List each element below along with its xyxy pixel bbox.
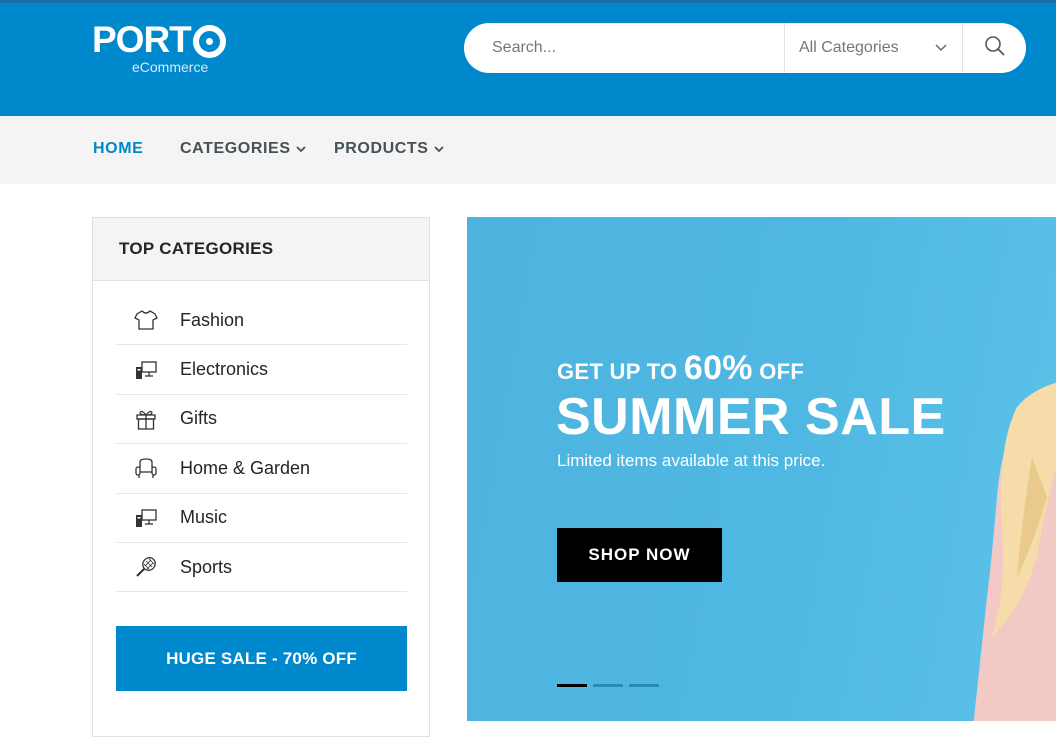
category-item-music[interactable]: Music — [116, 494, 407, 543]
chevron-down-icon — [433, 144, 444, 154]
computer-icon — [133, 357, 158, 382]
site-header: PORT eCommerce All Categories — [0, 0, 1056, 116]
banner-title: SUMMER SALE — [556, 388, 946, 446]
category-item-gifts[interactable]: Gifts — [116, 395, 407, 445]
tshirt-icon — [133, 308, 158, 333]
category-label: Fashion — [180, 309, 245, 330]
category-select[interactable]: All Categories — [784, 23, 962, 73]
category-item-sports[interactable]: Sports — [116, 543, 407, 593]
computer-icon — [133, 505, 158, 530]
slider-dot-1[interactable] — [557, 684, 587, 687]
category-item-fashion[interactable]: Fashion — [116, 296, 407, 346]
nav-home-label: HOME — [93, 140, 144, 157]
banner-offer-prefix: GET UP TO — [557, 359, 684, 384]
search-icon — [984, 35, 1006, 62]
shop-now-button[interactable]: SHOP NOW — [557, 528, 722, 582]
tennis-racket-icon — [133, 555, 158, 580]
armchair-icon — [133, 456, 158, 481]
nav-home[interactable]: HOME — [93, 140, 143, 158]
category-label: Gifts — [180, 408, 218, 429]
model-image — [973, 382, 1056, 721]
nav-categories-label: CATEGORIES — [180, 140, 291, 157]
gift-icon — [133, 406, 158, 431]
logo-subtitle: eCommerce — [132, 59, 209, 75]
search-input[interactable] — [464, 23, 784, 73]
category-label: Music — [180, 507, 228, 528]
category-label: Electronics — [180, 359, 269, 380]
banner-offer-line: GET UP TO 60% OFF — [557, 349, 804, 388]
logo[interactable]: PORT eCommerce — [92, 19, 226, 75]
logo-text: PORT — [92, 19, 192, 60]
top-categories-panel: TOP CATEGORIES Fashion Electronics Gifts… — [92, 217, 430, 737]
slider-dot-2[interactable] — [593, 684, 623, 687]
sidebar-title: TOP CATEGORIES — [93, 218, 429, 281]
category-label: Sports — [180, 556, 233, 577]
slider-dot-3[interactable] — [629, 684, 659, 687]
chevron-down-icon — [295, 144, 306, 154]
category-list: Fashion Electronics Gifts Home & Garden … — [116, 296, 407, 593]
search-bar: All Categories — [464, 23, 1026, 73]
category-item-home-garden[interactable]: Home & Garden — [116, 444, 407, 494]
banner-offer-percent: 60% — [683, 349, 753, 387]
slider-dots — [557, 684, 659, 687]
nav-products[interactable]: PRODUCTS — [334, 140, 444, 158]
search-button[interactable] — [962, 23, 1026, 73]
category-label: Home & Garden — [180, 457, 311, 478]
logo-o-mark — [192, 24, 226, 58]
huge-sale-button[interactable]: HUGE SALE - 70% OFF — [116, 626, 407, 691]
main-nav: HOME CATEGORIES PRODUCTS — [0, 116, 1056, 184]
banner-offer-suffix: OFF — [752, 359, 805, 384]
chevron-down-icon — [934, 41, 948, 55]
category-select-value: All Categories — [799, 39, 899, 56]
banner-description: Limited items available at this price. — [557, 451, 826, 470]
hero-banner: GET UP TO 60% OFF SUMMER SALE Limited it… — [467, 217, 1056, 721]
category-item-electronics[interactable]: Electronics — [116, 345, 407, 395]
nav-products-label: PRODUCTS — [334, 140, 429, 157]
nav-categories[interactable]: CATEGORIES — [180, 140, 306, 158]
